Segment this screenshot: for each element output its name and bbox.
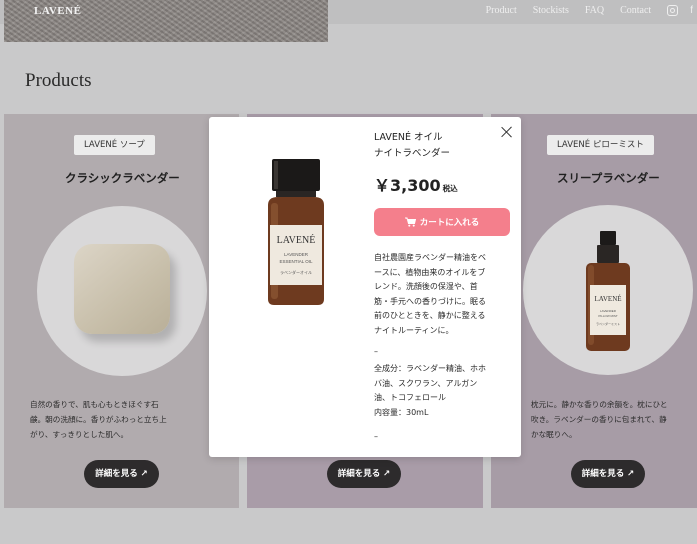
modal-specifications: 全成分：ラベンダー精油、ホホ バ油、スクワラン、アルガン 油、トコフェロール 内… <box>374 362 512 420</box>
spec-line: 内容量：30mL <box>374 407 429 417</box>
description-line: レンド。洗顔後の保湿や、首 <box>374 282 478 292</box>
category-badge: LAVENÉ ソープ <box>74 135 155 155</box>
facebook-icon[interactable]: f <box>690 5 693 16</box>
modal-brand: LAVENÉ オイル <box>374 132 443 143</box>
spec-line: 油、トコフェロール <box>374 393 446 403</box>
description-line: ースに、植物由来のオイルをブ <box>374 267 486 277</box>
nav-contact[interactable]: Contact <box>620 5 651 16</box>
product-card-mist: LAVENÉ ピローミスト スリープラベンダー LAVENÉ LAVENDER … <box>491 114 697 508</box>
mist-label-brand: LAVENÉ <box>594 295 621 303</box>
nav-faq[interactable]: FAQ <box>585 5 604 16</box>
product-title: クラシックラベンダー <box>65 171 180 185</box>
description-line: 筋・手元への香りづけに。眠る <box>374 296 486 306</box>
mist-label-jp: ラベンダーミスト <box>596 321 620 326</box>
cart-icon <box>404 217 416 227</box>
details-button[interactable]: 詳細を見る ↗ <box>84 460 159 488</box>
oil-label-line2: ESSENTIAL OIL <box>279 259 313 264</box>
modal-description: 自社農園産ラベンダー精油をベ ースに、植物由来のオイルをブ レンド。洗顔後の保湿… <box>374 251 512 339</box>
product-title: スリープラベンダー <box>557 171 660 185</box>
site-header: LAVENÉ Product Stockists FAQ Contact f <box>0 0 697 42</box>
soap-bar-image <box>74 244 170 334</box>
main-nav: Product Stockists FAQ Contact f <box>486 5 697 16</box>
product-modal: LAVENÉ LAVENDER ESSENTIAL OIL ラベンダーオイル L… <box>209 117 521 457</box>
description-line: 自社農園産ラベンダー精油をベ <box>374 253 486 262</box>
description-line: 前のひとときを、静かに整える <box>374 311 486 321</box>
oil-label-jp: ラベンダーオイル <box>280 269 312 275</box>
modal-product-name: ナイトラベンダー <box>374 148 451 159</box>
description-line: 枕元に。静かな香りの余韻を。枕にひと <box>531 400 668 409</box>
spec-line: 全成分：ラベンダー精油、ホホ <box>374 364 486 373</box>
site-logo[interactable]: LAVENÉ <box>34 5 81 17</box>
oil-label-line1: LAVENDER <box>284 252 309 257</box>
essential-oil-bottle-image: LAVENÉ LAVENDER ESSENTIAL OIL ラベンダーオイル <box>268 159 324 305</box>
tax-label: 税込 <box>442 184 458 193</box>
nav-stockists[interactable]: Stockists <box>533 5 569 16</box>
price-value: ￥3,300 <box>374 176 441 195</box>
mist-label-line2: PILLOW MIST <box>598 314 618 318</box>
product-image-circle: LAVENÉ LAVENDER PILLOW MIST ラベンダーミスト <box>523 205 693 375</box>
product-description: 枕元に。静かな香りの余韻を。枕にひと 吹き。ラベンダーの香りに包まれて、静 かな… <box>531 397 691 442</box>
product-image-circle <box>37 206 207 376</box>
close-icon[interactable] <box>501 126 513 138</box>
description-line: かな眠りへ。 <box>531 430 577 439</box>
description-line: 鹸。朝の洗顔に。香りがふわっと立ち上 <box>30 415 167 424</box>
section-divider: – <box>374 432 378 441</box>
description-line: 吹き。ラベンダーの香りに包まれて、静 <box>531 415 667 424</box>
product-card-soap: LAVENÉ ソープ クラシックラベンダー 自然の香りで、肌も心もときほぐす石 … <box>4 114 239 508</box>
add-to-cart-button[interactable]: カートに入れる <box>374 208 510 236</box>
pillow-mist-bottle-image: LAVENÉ LAVENDER PILLOW MIST ラベンダーミスト <box>586 231 630 351</box>
description-line: 自然の香りで、肌も心もときほぐす石 <box>30 400 159 409</box>
product-description: 自然の香りで、肌も心もときほぐす石 鹸。朝の洗顔に。香りがふわっと立ち上 がり、… <box>30 397 230 442</box>
oil-label-brand: LAVENÉ <box>277 234 316 246</box>
description-line: ナイトルーティンに。 <box>374 325 454 335</box>
nav-product[interactable]: Product <box>486 5 517 16</box>
details-button[interactable]: 詳細を見る ↗ <box>327 460 401 488</box>
instagram-icon[interactable] <box>667 5 679 16</box>
mist-label-line1: LAVENDER <box>600 309 617 313</box>
spec-line: バ油、スクワラン、アルガン <box>374 378 478 388</box>
modal-price: ￥3,300 税込 <box>374 172 458 196</box>
add-to-cart-label: カートに入れる <box>419 218 480 228</box>
details-button[interactable]: 詳細を見る ↗ <box>571 460 645 488</box>
section-divider: – <box>374 347 378 356</box>
description-line: がり、すっきりとした肌へ。 <box>30 430 129 439</box>
category-badge: LAVENÉ ピローミスト <box>547 135 654 155</box>
page-title: Products <box>25 70 92 91</box>
